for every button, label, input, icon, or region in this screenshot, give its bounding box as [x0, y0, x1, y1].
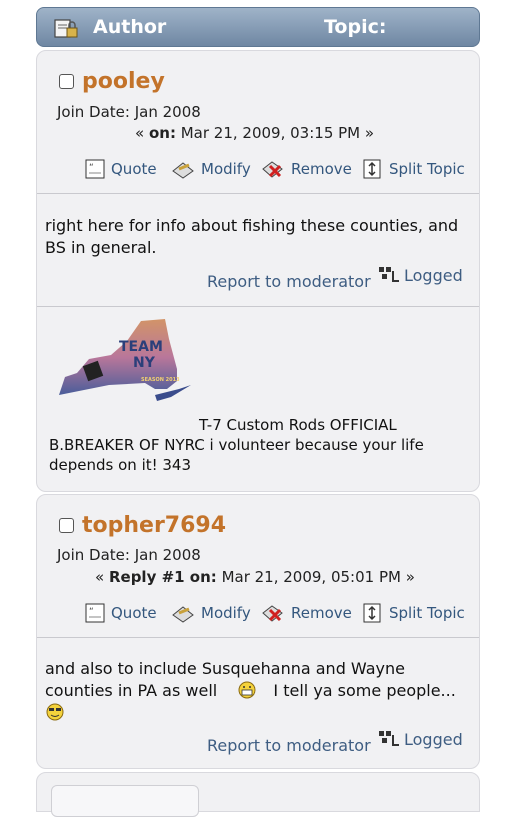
divider — [37, 193, 479, 194]
svg-text:“: “ — [89, 607, 94, 617]
post-2: topher7694 Join Date: Jan 2008 « Reply #… — [36, 494, 480, 769]
remove-button[interactable]: Remove — [261, 159, 352, 179]
modify-label: Modify — [201, 160, 251, 178]
topic-column-label: Topic: — [324, 16, 387, 38]
split-topic-icon — [363, 159, 381, 179]
signature-logo-ny: NY — [133, 355, 156, 371]
post-body: and also to include Susquehanna and Wayn… — [45, 658, 456, 725]
signature-banner-image: TEAM NY SEASON 2013 — [59, 319, 191, 401]
signature-logo-season: SEASON 2013 — [141, 377, 180, 383]
logged-label: Logged — [404, 729, 463, 749]
split-topic-label: Split Topic — [389, 160, 465, 178]
signature-text-line-2: B.BREAKER OF NYRC i volunteer because yo… — [49, 436, 424, 454]
quote-button[interactable]: “ Quote — [85, 603, 157, 623]
divider — [37, 306, 479, 307]
modify-button[interactable]: Modify — [171, 159, 251, 179]
split-topic-label: Split Topic — [389, 604, 465, 622]
remove-label: Remove — [291, 604, 352, 622]
modify-icon — [172, 162, 194, 179]
post-3-inner-box — [51, 785, 199, 817]
logged-indicator: Logged — [378, 729, 463, 749]
svg-text:“: “ — [89, 163, 94, 173]
quote-label: Quote — [111, 160, 157, 178]
report-to-moderator-link[interactable]: Report to moderator — [207, 272, 371, 291]
modify-icon — [172, 606, 194, 623]
signature-logo-team: TEAM — [119, 339, 163, 355]
post-username[interactable]: topher7694 — [82, 513, 226, 538]
logged-label: Logged — [404, 265, 463, 285]
modify-button[interactable]: Modify — [171, 603, 251, 623]
post-1: pooley Join Date: Jan 2008 « on: Mar 21,… — [36, 50, 480, 492]
remove-icon — [262, 161, 283, 178]
post-body: right here for info about fishing these … — [45, 216, 459, 257]
remove-icon — [262, 605, 283, 622]
report-to-moderator-link[interactable]: Report to moderator — [207, 736, 371, 755]
signature-text-line-3: depends on it! 343 — [49, 456, 192, 474]
ip-logged-icon — [379, 731, 399, 746]
post-username[interactable]: pooley — [82, 69, 165, 94]
split-topic-icon — [363, 603, 381, 623]
quote-button[interactable]: “ Quote — [85, 159, 157, 179]
cool-emoticon-icon — [46, 703, 64, 721]
author-column-label: Author — [93, 16, 167, 38]
ip-logged-icon — [379, 267, 399, 282]
post-3-partial — [36, 772, 480, 817]
split-topic-button[interactable]: Split Topic — [363, 603, 465, 623]
post-date: « Reply #1 on: Mar 21, 2009, 05:01 PM » — [95, 568, 415, 586]
remove-button[interactable]: Remove — [261, 603, 352, 623]
grin-emoticon-icon — [238, 681, 256, 699]
quote-label: Quote — [111, 604, 157, 622]
quote-icon: “ — [85, 159, 105, 179]
modify-label: Modify — [201, 604, 251, 622]
logged-indicator: Logged — [378, 265, 463, 285]
post-date: « on: Mar 21, 2009, 03:15 PM » — [135, 124, 375, 142]
post-select-checkbox[interactable] — [59, 518, 74, 533]
locked-topic-icon — [54, 19, 78, 38]
post-select-checkbox[interactable] — [59, 74, 74, 89]
quote-icon: “ — [85, 603, 105, 623]
topic-header-bar: Author Topic: — [36, 7, 480, 47]
divider — [37, 637, 479, 638]
signature-text-line-1: T-7 Custom Rods OFFICIAL — [199, 416, 397, 434]
join-date: Join Date: Jan 2008 — [57, 103, 201, 121]
join-date: Join Date: Jan 2008 — [57, 546, 201, 564]
remove-label: Remove — [291, 160, 352, 178]
split-topic-button[interactable]: Split Topic — [363, 159, 465, 179]
